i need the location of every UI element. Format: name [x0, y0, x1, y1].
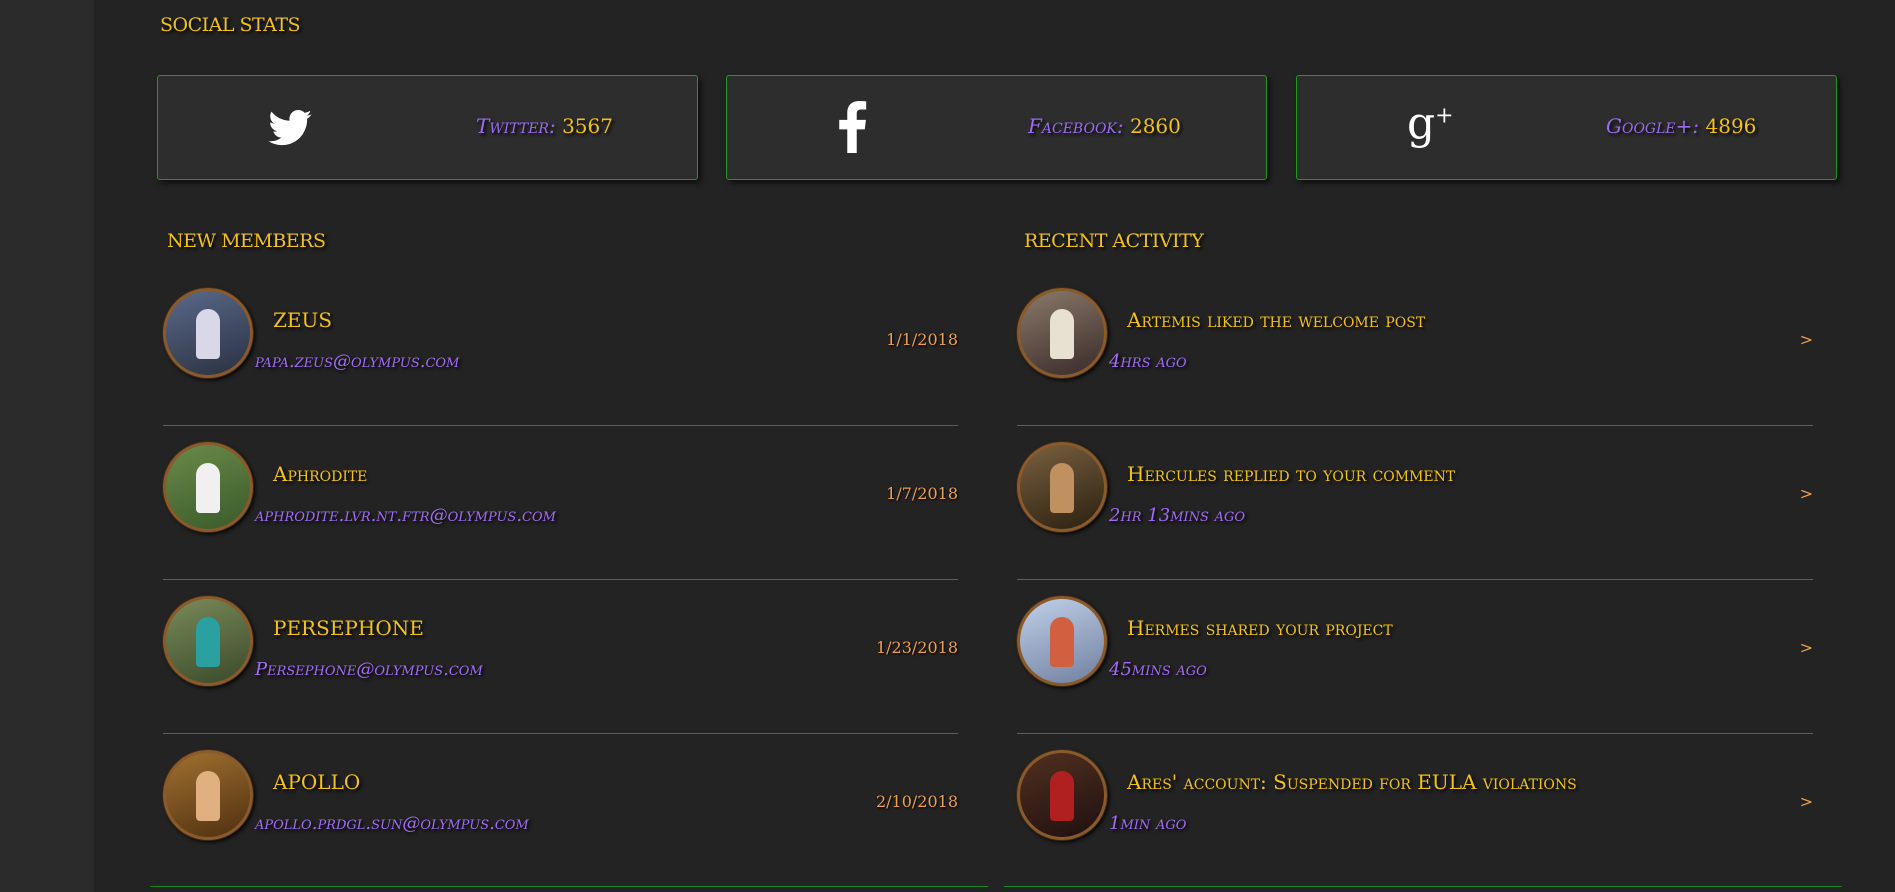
- activity-bottom-divider: [1004, 886, 1842, 887]
- activity-time: 45mins ago: [1109, 659, 1207, 680]
- activity-text: Artemis liked the welcome post: [1127, 308, 1426, 332]
- sidebar: [0, 0, 94, 892]
- chevron-right-icon[interactable]: >: [1800, 330, 1813, 349]
- recent-activity-heading: RECENT ACTIVITY: [1024, 230, 1204, 252]
- google-plus-icon: g+: [1407, 98, 1454, 149]
- chevron-right-icon[interactable]: >: [1800, 638, 1813, 657]
- activity-time: 1min ago: [1109, 813, 1187, 834]
- activity-row[interactable]: Hermes shared your project 45mins ago >: [1017, 580, 1813, 734]
- member-join-date: 1/23/2018: [875, 638, 958, 657]
- chevron-right-icon[interactable]: >: [1800, 792, 1813, 811]
- google-plus-label: Google+:: [1606, 114, 1700, 138]
- activity-row[interactable]: Hercules replied to your comment 2hr 13m…: [1017, 426, 1813, 580]
- activity-time: 2hr 13mins ago: [1109, 505, 1246, 526]
- twitter-card[interactable]: Twitter: 3567: [157, 75, 698, 180]
- facebook-count: 2860: [1129, 114, 1181, 138]
- activity-text: Ares' account: Suspended for EULA violat…: [1127, 770, 1577, 794]
- activity-row[interactable]: Artemis liked the welcome post 4hrs ago …: [1017, 272, 1813, 426]
- member-name: APOLLO: [273, 770, 361, 794]
- avatar: [1017, 596, 1107, 686]
- new-members-heading: NEW MEMBERS: [167, 230, 326, 252]
- social-stats-heading: SOCIAL STATS: [160, 14, 301, 36]
- member-name: Aphrodite: [273, 462, 368, 486]
- activity-row[interactable]: Ares' account: Suspended for EULA violat…: [1017, 734, 1813, 888]
- chevron-right-icon[interactable]: >: [1800, 484, 1813, 503]
- avatar: [163, 442, 253, 532]
- member-row[interactable]: ZEUS papa.zeus@olympus.com 1/1/2018: [163, 272, 958, 426]
- member-join-date: 2/10/2018: [875, 792, 958, 811]
- avatar: [163, 288, 253, 378]
- member-row[interactable]: PERSEPHONE Persephone@olympus.com 1/23/2…: [163, 580, 958, 734]
- avatar: [1017, 288, 1107, 378]
- members-bottom-divider: [150, 886, 988, 887]
- twitter-icon: [268, 109, 312, 150]
- activity-time: 4hrs ago: [1109, 351, 1187, 372]
- member-email[interactable]: papa.zeus@olympus.com: [255, 351, 459, 372]
- avatar: [1017, 750, 1107, 840]
- twitter-count: 3567: [562, 114, 613, 138]
- member-row[interactable]: Aphrodite aphrodite.lvr.nt.ftr@olympus.c…: [163, 426, 958, 580]
- facebook-icon: [837, 101, 867, 157]
- member-email[interactable]: apollo.prdgl.sun@olympus.com: [255, 813, 529, 834]
- twitter-label: Twitter:: [476, 114, 556, 138]
- member-join-date: 1/1/2018: [886, 330, 958, 349]
- member-join-date: 1/7/2018: [886, 484, 958, 503]
- activity-text: Hermes shared your project: [1127, 616, 1393, 640]
- google-plus-stat: Google+: 4896: [1606, 114, 1756, 138]
- twitter-stat: Twitter: 3567: [476, 114, 613, 138]
- google-plus-card[interactable]: g+ Google+: 4896: [1296, 75, 1837, 180]
- avatar: [163, 750, 253, 840]
- member-row[interactable]: APOLLO apollo.prdgl.sun@olympus.com 2/10…: [163, 734, 958, 888]
- activity-text: Hercules replied to your comment: [1127, 462, 1456, 486]
- facebook-stat: Facebook: 2860: [1028, 114, 1181, 138]
- avatar: [1017, 442, 1107, 532]
- google-plus-count: 4896: [1705, 114, 1757, 138]
- member-email[interactable]: aphrodite.lvr.nt.ftr@olympus.com: [255, 505, 556, 526]
- member-name: PERSEPHONE: [273, 616, 424, 640]
- facebook-card[interactable]: Facebook: 2860: [726, 75, 1267, 180]
- facebook-label: Facebook:: [1028, 114, 1124, 138]
- avatar: [163, 596, 253, 686]
- member-name: ZEUS: [273, 308, 333, 332]
- member-email[interactable]: Persephone@olympus.com: [255, 659, 483, 680]
